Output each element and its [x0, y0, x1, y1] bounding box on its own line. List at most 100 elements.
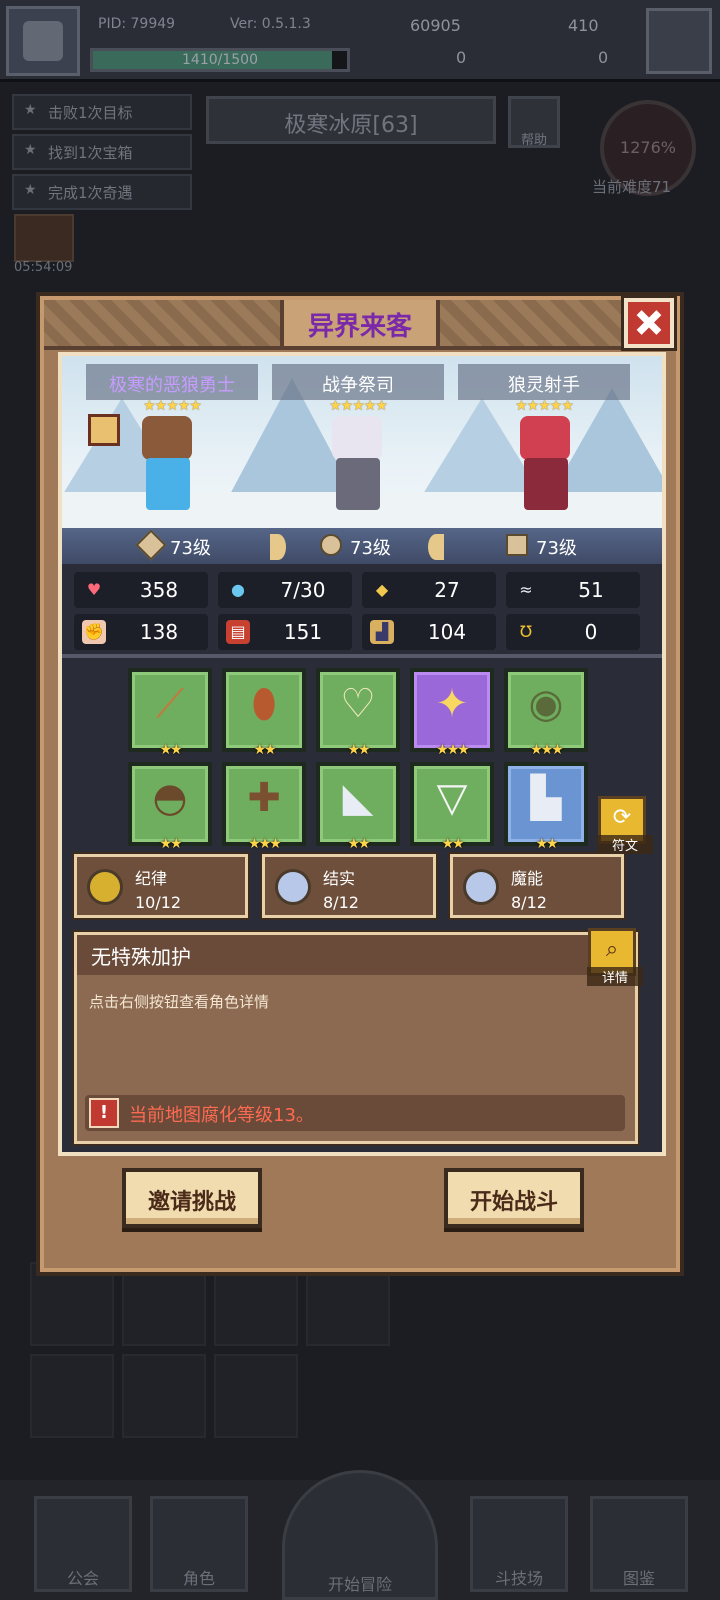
stat-mana: ● 7/30 — [218, 572, 352, 608]
chest-icon[interactable] — [14, 214, 74, 262]
nav-codex-label: 图鉴 — [622, 1569, 655, 1588]
detail-button[interactable]: ⌕ 详情 — [587, 928, 643, 986]
attribute-sturdy[interactable]: 结实 8/12 — [262, 854, 436, 918]
stat-luck: Ʊ 0 — [506, 614, 640, 650]
stat-agility: ▟ 104 — [362, 614, 496, 650]
stat-speed: ≈ 51 — [506, 572, 640, 608]
stat-value: 138 — [139, 620, 179, 644]
hero-sprite-2[interactable] — [312, 416, 402, 516]
hero-body — [524, 458, 568, 510]
player-avatar[interactable] — [6, 6, 80, 76]
detail-label: 详情 — [587, 967, 643, 986]
rune-label: 符文 — [597, 835, 653, 854]
stat-value: 7/30 — [280, 578, 326, 602]
hero-body — [146, 458, 190, 510]
belt-icon: ▽ — [436, 775, 468, 821]
currency-b: 410 — [568, 16, 599, 35]
hero-name-2: 战争祭司 — [272, 364, 444, 400]
equip-slot-weapon[interactable]: ⟋ ★★ — [128, 668, 212, 758]
hero-name-1: 极寒的恶狼勇士 — [86, 364, 258, 400]
alert-icon: ! — [89, 1098, 119, 1128]
shield-emblem-icon — [275, 869, 311, 905]
difficulty-label: 当前难度71 — [592, 178, 672, 196]
nav-arena[interactable]: 斗技场 — [470, 1496, 568, 1592]
armor-icon: ✚ — [247, 775, 281, 821]
boot-icon: ▟ — [370, 620, 394, 644]
rune-button[interactable]: ⟳ 符文 — [597, 796, 653, 854]
help-button[interactable]: 帮助 — [508, 96, 560, 148]
equip-stars: ★★ — [347, 742, 370, 758]
grid-slot — [122, 1354, 206, 1438]
equip-slot-amulet[interactable]: ◉ ★★★ — [504, 668, 588, 758]
equip-slot-belt[interactable]: ▽ ★★ — [410, 762, 494, 852]
attribute-name: 魔能 — [511, 869, 544, 888]
settings-gear-icon[interactable] — [646, 8, 712, 74]
top-bar: PID: 79949 Ver: 0.5.1.3 1410/1500 60905 … — [0, 0, 720, 82]
experience-bar: 1410/1500 — [90, 48, 350, 72]
stat-value: 51 — [578, 578, 604, 602]
level-strip: 73级 73级 73级 — [62, 528, 662, 564]
arrow-right-icon — [428, 534, 444, 560]
invite-challenge-button[interactable]: 邀请挑战 — [122, 1168, 262, 1228]
hero-level-2: 73级 — [350, 538, 391, 559]
orb-emblem-icon — [463, 869, 499, 905]
equip-stars: ★★ — [159, 836, 182, 852]
backpack-icon[interactable] — [88, 414, 120, 446]
equip-stars: ★★★ — [248, 836, 282, 852]
equip-stars: ★★ — [159, 742, 182, 758]
hero-name-3: 狼灵射手 — [458, 364, 630, 400]
modal-title: 异界来客 — [280, 300, 440, 346]
equip-stars: ★★ — [347, 836, 370, 852]
equip-slot-helmet[interactable]: ◓ ★★ — [128, 762, 212, 852]
hero-head — [332, 416, 382, 460]
golden-cross-icon: ✦ — [435, 681, 469, 727]
stat-value: 0 — [584, 620, 598, 644]
quest-item[interactable]: 完成1次奇遇 — [12, 174, 192, 210]
round-shield-icon: ⬮ — [251, 681, 277, 727]
equip-slot-boots[interactable]: ▙ ★★ — [504, 762, 588, 852]
attribute-magic[interactable]: 魔能 8/12 — [450, 854, 624, 918]
attribute-name: 纪律 — [135, 869, 168, 888]
quest-item[interactable]: 击败1次目标 — [12, 94, 192, 130]
helmet-icon: ◓ — [152, 775, 188, 821]
mace-class-icon — [320, 534, 342, 556]
equip-slot-relic[interactable]: ✦ ★★★ — [410, 668, 494, 758]
modal-header: 异界来客 — [44, 300, 676, 350]
attribute-discipline[interactable]: 纪律 10/12 — [74, 854, 248, 918]
nav-codex[interactable]: 图鉴 — [590, 1496, 688, 1592]
equip-slot-necklace[interactable]: ♡ ★★ — [316, 668, 400, 758]
nav-guild[interactable]: 公会 — [34, 1496, 132, 1592]
start-battle-button[interactable]: 开始战斗 — [444, 1168, 584, 1228]
equip-stars: ★★★ — [530, 742, 564, 758]
attribute-value: 8/12 — [511, 893, 547, 912]
hero-level-1: 73级 — [170, 538, 211, 559]
nav-arena-label: 斗技场 — [494, 1569, 543, 1588]
equip-slot-shield[interactable]: ⬮ ★★ — [222, 668, 306, 758]
close-button[interactable] — [624, 298, 674, 348]
nav-role[interactable]: 角色 — [150, 1496, 248, 1592]
stat-value: 358 — [139, 578, 179, 602]
nav-guild-label: 公会 — [66, 1569, 99, 1588]
hero-stars-3: ★★★★★ — [515, 398, 574, 414]
quest-item[interactable]: 找到1次宝箱 — [12, 134, 192, 170]
stat-defense: ◆ 27 — [362, 572, 496, 608]
book-icon: ▤ — [226, 620, 250, 644]
equip-slot-armor[interactable]: ✚ ★★★ — [222, 762, 306, 852]
equip-slot-gloves[interactable]: ◣ ★★ — [316, 762, 400, 852]
stat-attack: ✊ 138 — [74, 614, 208, 650]
region-title: 极寒冰原[63] — [206, 96, 496, 144]
sword-class-icon — [135, 529, 167, 561]
attribute-value: 8/12 — [323, 893, 359, 912]
hero-sprite-1[interactable] — [122, 416, 212, 516]
blessing-title: 无特殊加护 — [77, 935, 635, 975]
droplet-icon: ● — [231, 580, 245, 599]
magnifier-icon: ⌕ — [605, 937, 619, 962]
hero-head — [142, 416, 192, 460]
stat-value: 151 — [283, 620, 323, 644]
necklace-icon: ♡ — [340, 681, 376, 727]
equip-stars: ★★ — [441, 836, 464, 852]
hero-sprite-3[interactable] — [500, 416, 590, 516]
stat-value: 104 — [427, 620, 467, 644]
hero-stars-2: ★★★★★ — [329, 398, 388, 414]
gauntlet-icon: ◣ — [342, 775, 374, 821]
